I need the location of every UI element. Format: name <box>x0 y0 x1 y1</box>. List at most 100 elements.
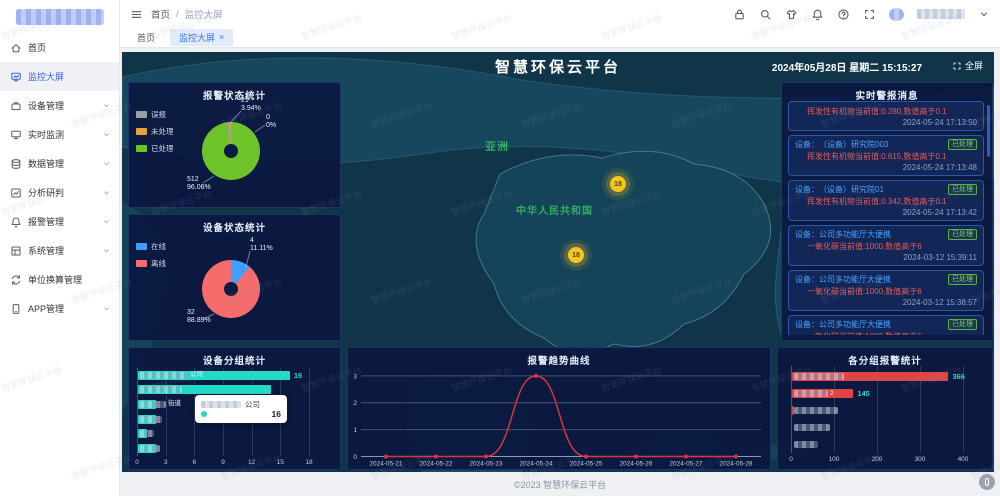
x-tick-label: 400 <box>958 456 969 463</box>
map-label-china: 中华人民共和国 <box>516 202 593 217</box>
search-button[interactable] <box>759 8 772 21</box>
svg-text:2024-05-26: 2024-05-26 <box>619 460 652 467</box>
alert-card[interactable]: 设备：公司多功能厅大便携已处理一氧化碳当前值:1000,数值高于62024-03… <box>788 315 984 335</box>
alert-message: 挥发性有机物当前值:0.342,数值高于0.1 <box>795 196 977 207</box>
alert-time: 2024-05-24 17:13:42 <box>795 208 977 217</box>
svg-text:2024-05-24: 2024-05-24 <box>519 460 552 467</box>
bar-label-redacted <box>140 386 182 394</box>
sidebar-item-设备管理[interactable]: 设备管理 <box>0 91 119 120</box>
fullscreen-button[interactable]: 全屏 <box>946 58 989 73</box>
chevron-down-icon <box>102 101 111 110</box>
help-button[interactable] <box>837 8 850 21</box>
alert-card[interactable]: 设备：公司多功能厅大便携已处理一氧化碳当前值:1000,数值高于62024-03… <box>788 225 984 266</box>
grid-line <box>137 368 138 456</box>
alert-device-name: 公司多功能厅大便携 <box>819 229 891 240</box>
alert-card[interactable]: 挥发性有机物当前值:0.280,数值高于0.12024-05-24 17:13:… <box>788 101 984 131</box>
alert-card[interactable]: 设备：（设备）研究院003已处理挥发性有机物当前值:0.615,数值高于0.12… <box>788 135 984 176</box>
collapse-menu-icon[interactable] <box>130 8 143 21</box>
monitor-icon <box>10 129 22 141</box>
tooltip-title-row: 公司 <box>201 399 281 409</box>
alert-device: 设备：公司多功能厅大便携已处理 <box>795 319 977 330</box>
callout-value: 512 <box>187 176 211 184</box>
x-tick-label: 0 <box>135 459 139 466</box>
status-badge: 已处理 <box>948 229 977 240</box>
sidebar-item-实时监测[interactable]: 实时监测 <box>0 120 119 149</box>
expand-button[interactable] <box>863 8 876 21</box>
chevron-down-icon <box>102 159 111 168</box>
chevron-down-icon <box>102 217 111 226</box>
legend-item[interactable]: 在线 <box>136 241 166 252</box>
alert-message: 挥发性有机物当前值:0.615,数值高于0.1 <box>795 151 977 162</box>
x-tick-label: 9 <box>221 459 225 466</box>
sidebar-item-报警管理[interactable]: 报警管理 <box>0 207 119 236</box>
legend-item[interactable]: 未处理 <box>136 126 174 137</box>
sidebar-item-label: 设备管理 <box>28 99 64 112</box>
map-alarm-marker[interactable]: 18 <box>568 247 584 263</box>
alert-device: 设备：公司多功能厅大便携已处理 <box>795 274 977 285</box>
x-tick-label: 3 <box>164 459 168 466</box>
tab-label: 首页 <box>137 31 155 44</box>
sidebar-item-首页[interactable]: 首页 <box>0 33 119 62</box>
redacted-text <box>794 390 828 397</box>
alert-device-prefix: 设备： <box>795 274 819 285</box>
svg-text:1: 1 <box>353 427 357 434</box>
redacted-text <box>140 430 154 437</box>
tooltip-value: 16 <box>272 409 281 419</box>
alert-message: 挥发性有机物当前值:0.280,数值高于0.1 <box>795 106 977 117</box>
legend-item[interactable]: 误报 <box>136 109 174 120</box>
breadcrumb-current: 监控大屏 <box>185 7 223 21</box>
alert-device: 设备：（设备）研究院003已处理 <box>795 139 977 150</box>
sidebar-item-系统管理[interactable]: 系统管理 <box>0 236 119 265</box>
redacted-text <box>140 445 160 452</box>
sidebar-item-label: 分析研判 <box>28 186 64 199</box>
bar-label-suffix: 街道 <box>168 400 181 408</box>
sidebar-item-监控大屏[interactable]: 监控大屏 <box>0 62 119 91</box>
bar-value: 366 <box>952 372 965 381</box>
panel-device-status: 设备状态统计 在线离线411.11%3288.89% <box>128 214 341 341</box>
x-tick-label: 18 <box>305 459 312 466</box>
bar-label-suffix: 公司 <box>190 371 203 379</box>
analysis-icon <box>10 187 22 199</box>
convert-icon <box>10 274 22 286</box>
floating-widget-button[interactable] <box>979 474 995 490</box>
legend-item[interactable]: 离线 <box>136 258 166 269</box>
legend-label: 未处理 <box>151 126 174 137</box>
chevron-down-icon <box>102 246 111 255</box>
theme-button[interactable] <box>785 8 798 21</box>
user-avatar-redacted[interactable] <box>889 8 904 21</box>
sidebar-item-分析研判[interactable]: 分析研判 <box>0 178 119 207</box>
alerts-scrollbar[interactable] <box>987 105 990 157</box>
tab-首页[interactable]: 首页 <box>128 29 164 46</box>
breadcrumb-home[interactable]: 首页 <box>151 7 170 21</box>
app-icon <box>10 303 22 315</box>
alert-message: 一氧化碳当前值:1000,数值高于6 <box>795 241 977 252</box>
tab-close-icon[interactable]: × <box>219 33 224 42</box>
status-badge: 已处理 <box>948 319 977 330</box>
chart-legend: 误报未处理已处理 <box>136 109 174 154</box>
alert-device-prefix: 设备： <box>795 139 819 150</box>
bar-label-redacted: 2 <box>794 390 834 398</box>
alert-card[interactable]: 设备：（设备）研究院01已处理挥发性有机物当前值:0.342,数值高于0.120… <box>788 180 984 221</box>
sidebar-item-单位换算管理[interactable]: 单位换算管理 <box>0 265 119 294</box>
alert-card[interactable]: 设备：公司多功能厅大便携已处理一氧化碳当前值:1000,数值高于62024-03… <box>788 270 984 311</box>
panel-title-alerts: 实时警报消息 <box>782 83 992 102</box>
alert-device-prefix: 设备： <box>795 184 819 195</box>
lock-button[interactable] <box>733 8 746 21</box>
map-alarm-marker[interactable]: 18 <box>610 176 626 192</box>
database-icon <box>10 158 22 170</box>
bell-button[interactable] <box>811 8 824 21</box>
alert-time: 2024-05-24 17:13:48 <box>795 163 977 172</box>
sidebar-item-数据管理[interactable]: 数据管理 <box>0 149 119 178</box>
legend-item[interactable]: 已处理 <box>136 143 174 154</box>
tab-监控大屏[interactable]: 监控大屏× <box>170 29 233 46</box>
user-name-redacted <box>917 9 965 19</box>
sidebar-item-APP管理[interactable]: APP管理 <box>0 294 119 323</box>
callout-value: 32 <box>187 309 211 317</box>
bar-value: 145 <box>857 389 870 398</box>
chart-tooltip: 公司16 <box>195 395 287 423</box>
donut-chart[interactable] <box>202 122 260 180</box>
donut-hole <box>224 282 238 296</box>
x-tick-label: 300 <box>915 456 926 463</box>
svg-text:2: 2 <box>353 400 357 407</box>
pie-callout: 51296.06% <box>187 176 211 191</box>
